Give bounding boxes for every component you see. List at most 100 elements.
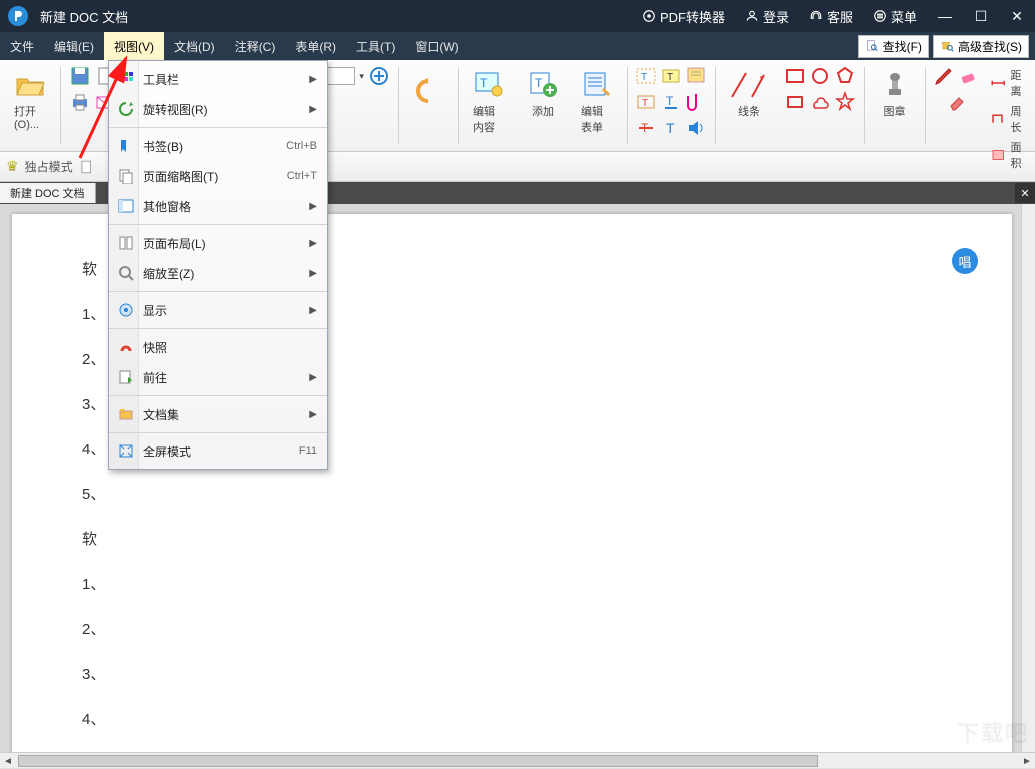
document-tab[interactable]: 新建 DOC 文档 <box>0 183 96 203</box>
vertical-scrollbar[interactable] <box>1021 204 1035 752</box>
main-menu-button[interactable]: 菜单 <box>863 7 927 26</box>
menu-item-icon <box>117 338 135 356</box>
submenu-arrow-icon: ▶ <box>309 74 317 85</box>
menu-item-1[interactable]: 编辑(E) <box>44 32 104 60</box>
scroll-thumb[interactable] <box>18 755 818 767</box>
lines-label: 线条 <box>738 103 760 119</box>
edit-content-button[interactable]: T 编辑内容 <box>467 65 511 139</box>
shape-star-icon[interactable] <box>834 91 856 113</box>
perimeter-label: 周长 <box>1011 103 1028 135</box>
view-menu-item[interactable]: 文档集▶ <box>109 399 327 429</box>
view-menu-item[interactable]: 前往▶ <box>109 362 327 392</box>
shape-poly-icon[interactable] <box>834 65 856 87</box>
rotate-button[interactable] <box>406 65 450 111</box>
view-menu-item[interactable]: 页面缩略图(T)Ctrl+T <box>109 161 327 191</box>
watermark: 下载吧 <box>957 716 1029 748</box>
menu-item-2[interactable]: 视图(V) <box>104 32 164 60</box>
attach-icon[interactable] <box>685 91 707 113</box>
stamp-label: 图章 <box>884 103 906 119</box>
view-menu-item[interactable]: 旋转视图(R)▶ <box>109 94 327 124</box>
view-menu-item[interactable]: 缩放至(Z)▶ <box>109 258 327 288</box>
menu-item-shortcut: F11 <box>299 445 317 457</box>
support-button[interactable]: 客服 <box>799 7 863 26</box>
pdf-converter-button[interactable]: PDF转换器 <box>632 7 735 26</box>
svg-text:T: T <box>535 76 543 90</box>
shape-circle-icon[interactable] <box>809 65 831 87</box>
horizontal-scrollbar[interactable]: ◄ ► <box>0 752 1035 768</box>
strike-t-icon[interactable]: T <box>635 117 657 139</box>
shape-rect2-icon[interactable] <box>784 91 806 113</box>
stamp-button[interactable]: 图章 <box>873 65 917 123</box>
support-label: 客服 <box>827 7 853 26</box>
view-menu-item[interactable]: 全屏模式F11 <box>109 436 327 466</box>
lines-button[interactable]: 线条 <box>724 65 774 123</box>
open-button[interactable]: 打开(O)... <box>8 65 52 135</box>
menu-item-7[interactable]: 窗口(W) <box>405 32 468 60</box>
edit-content-label: 编辑内容 <box>473 103 505 135</box>
sound-icon[interactable] <box>685 117 707 139</box>
main-menu-label: 菜单 <box>891 7 917 26</box>
badge-text: 唱 <box>958 252 971 271</box>
floating-badge[interactable]: 唱 <box>952 248 978 274</box>
add-button[interactable]: T 添加 <box>521 65 565 123</box>
zoom-plus-icon[interactable] <box>368 65 390 87</box>
view-menu-item[interactable]: 工具栏▶ <box>109 64 327 94</box>
menu-item-6[interactable]: 工具(T) <box>346 32 405 60</box>
menu-item-4[interactable]: 注释(C) <box>225 32 286 60</box>
menu-bar: 文件编辑(E)视图(V)文档(D)注释(C)表单(R)工具(T)窗口(W) 查找… <box>0 32 1035 60</box>
area-icon[interactable] <box>990 144 1007 166</box>
menu-item-label: 页面布局(L) <box>143 235 301 252</box>
view-menu-item[interactable]: 显示▶ <box>109 295 327 325</box>
menu-item-5[interactable]: 表单(R) <box>285 32 346 60</box>
underline-t-icon[interactable]: T <box>660 91 682 113</box>
text-blue-icon[interactable]: T <box>660 117 682 139</box>
eraser-pink-icon[interactable] <box>958 65 980 87</box>
distance-icon[interactable] <box>990 72 1007 94</box>
eraser-icon[interactable] <box>946 91 968 113</box>
view-menu-item[interactable]: 书签(B)Ctrl+B <box>109 131 327 161</box>
text-box-icon[interactable]: T <box>635 65 657 87</box>
menu-item-0[interactable]: 文件 <box>0 32 44 60</box>
open-label: 打开(O)... <box>14 103 46 131</box>
find-button[interactable]: 查找(F) <box>858 35 929 58</box>
svg-text:T: T <box>642 98 648 109</box>
scroll-right-icon[interactable]: ► <box>1019 753 1035 769</box>
menu-item-icon <box>117 197 135 215</box>
close-button[interactable]: ✕ <box>999 0 1035 32</box>
zoom-dropdown-icon[interactable]: ▾ <box>359 71 364 82</box>
submenu-arrow-icon: ▶ <box>309 201 317 212</box>
menu-item-label: 快照 <box>143 339 317 356</box>
textbox-t-icon[interactable]: T <box>635 91 657 113</box>
scroll-left-icon[interactable]: ◄ <box>0 753 16 769</box>
menu-item-label: 页面缩略图(T) <box>143 168 279 185</box>
advanced-find-button[interactable]: 高级查找(S) <box>933 35 1029 58</box>
maximize-button[interactable]: ☐ <box>963 0 999 32</box>
login-button[interactable]: 登录 <box>735 7 799 26</box>
view-menu-item[interactable]: 页面布局(L)▶ <box>109 228 327 258</box>
page-thumb-icon[interactable] <box>79 159 95 175</box>
menu-item-3[interactable]: 文档(D) <box>164 32 225 60</box>
view-menu-item[interactable]: 快照 <box>109 332 327 362</box>
menu-item-shortcut: Ctrl+B <box>286 140 317 152</box>
save-icon[interactable] <box>69 65 91 87</box>
minimize-button[interactable]: — <box>927 0 963 32</box>
menu-item-label: 前往 <box>143 369 301 386</box>
view-menu-dropdown: 工具栏▶旋转视图(R)▶书签(B)Ctrl+B页面缩略图(T)Ctrl+T其他窗… <box>108 60 328 470</box>
tab-close-button[interactable]: ✕ <box>1015 183 1035 203</box>
window-title: 新建 DOC 文档 <box>36 7 128 26</box>
menu-item-icon <box>117 442 135 460</box>
menu-item-icon <box>117 264 135 282</box>
menu-item-label: 旋转视图(R) <box>143 101 301 118</box>
highlight-icon[interactable]: T <box>660 65 682 87</box>
view-menu-item[interactable]: 其他窗格▶ <box>109 191 327 221</box>
distance-label: 距离 <box>1011 67 1028 99</box>
note-icon[interactable] <box>685 65 707 87</box>
perimeter-icon[interactable] <box>990 108 1007 130</box>
exclusive-mode-label[interactable]: 独占模式 <box>25 158 73 175</box>
print-icon[interactable] <box>69 91 91 113</box>
shape-cloud-icon[interactable] <box>809 91 831 113</box>
shape-rect-icon[interactable] <box>784 65 806 87</box>
menu-item-icon <box>117 100 135 118</box>
edit-form-button[interactable]: 编辑表单 <box>575 65 619 139</box>
pencil-icon[interactable] <box>933 65 955 87</box>
